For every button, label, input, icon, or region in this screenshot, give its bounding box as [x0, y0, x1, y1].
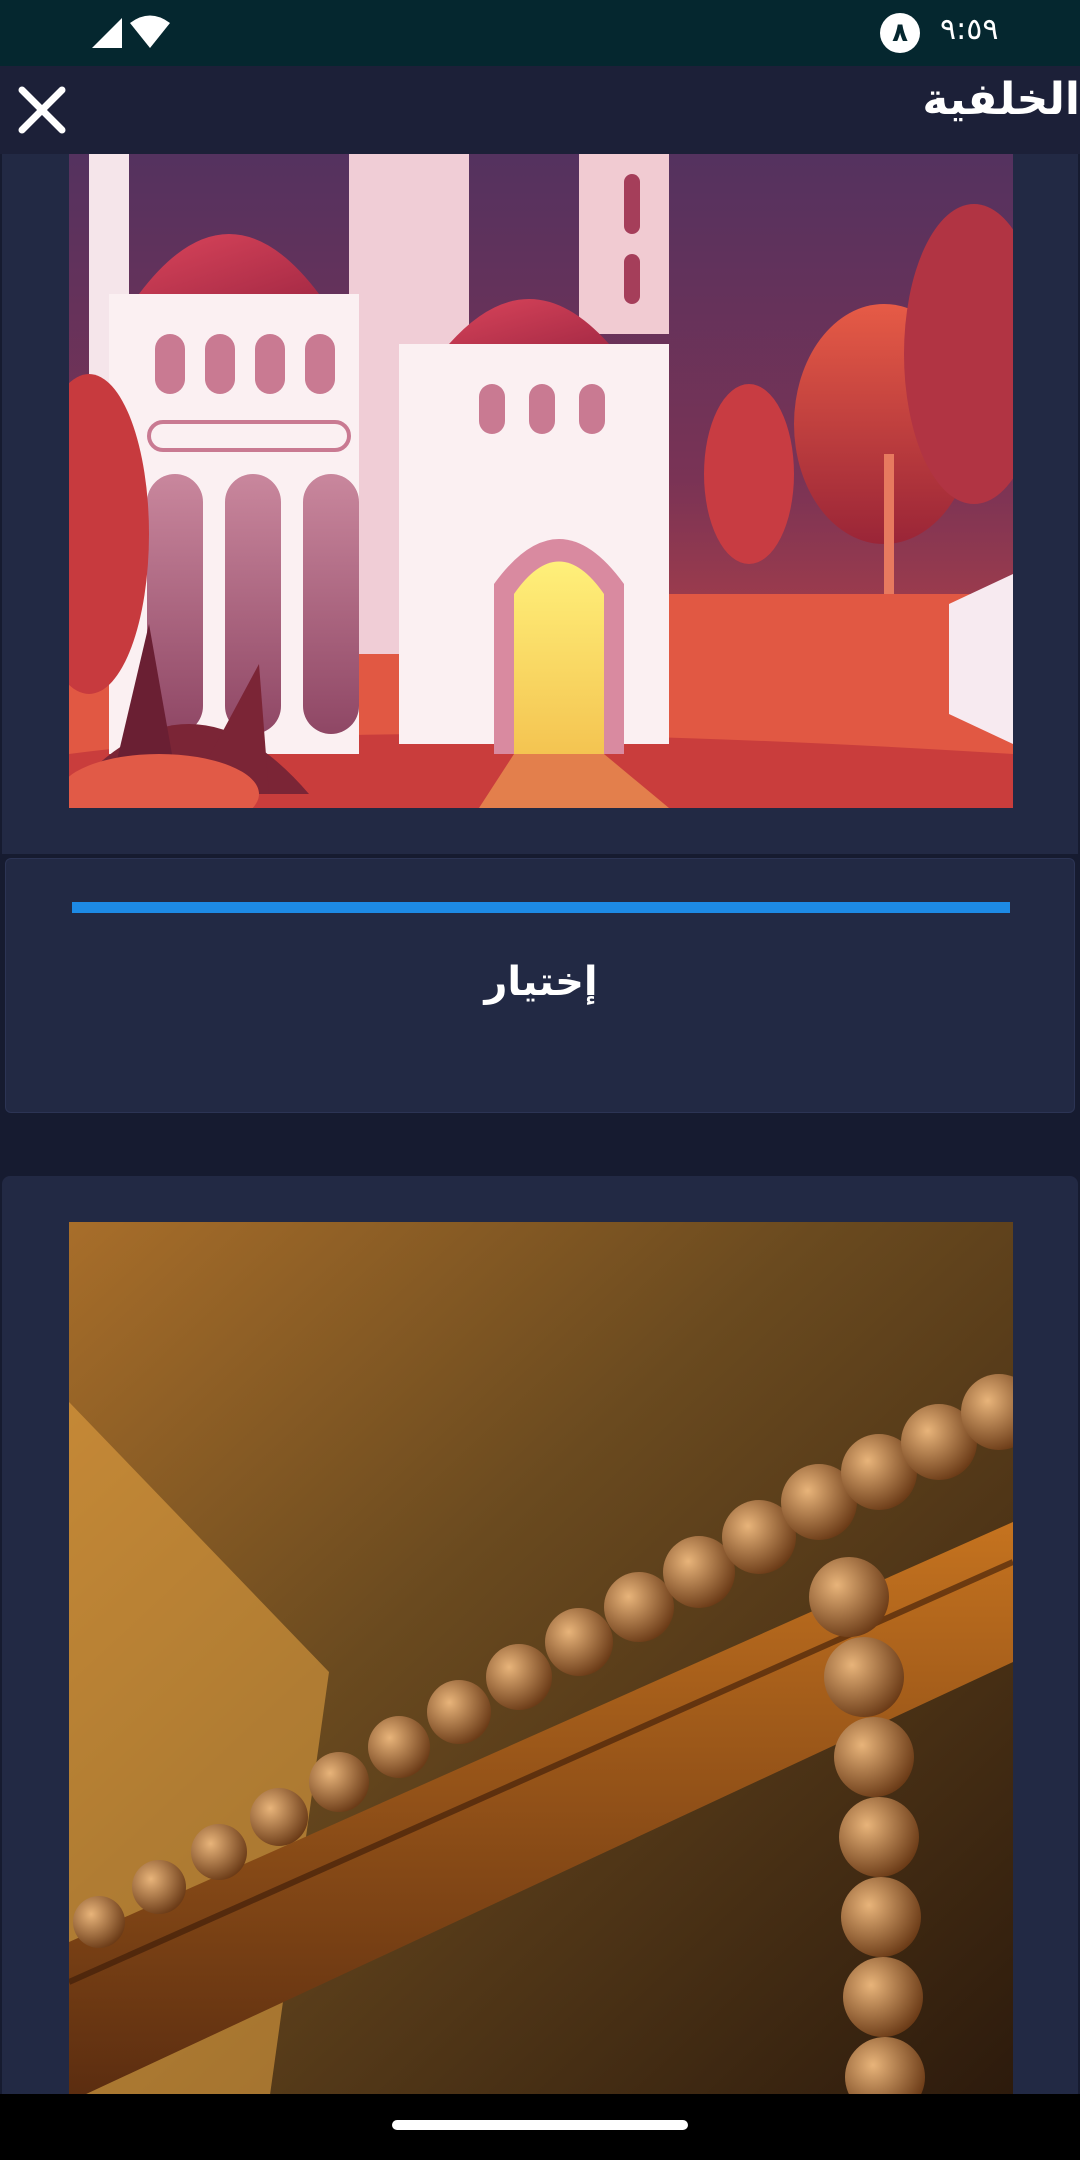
progress-bar: [72, 902, 1010, 913]
prayer-beads-photo[interactable]: [69, 1222, 1013, 2102]
notification-badge-icon: ٨: [880, 13, 920, 53]
status-time: ٩:٥٩: [940, 12, 999, 47]
system-nav-bar: [0, 2094, 1080, 2160]
app-bar: الخلفية: [0, 66, 1080, 154]
close-button[interactable]: [16, 84, 68, 136]
close-icon: [18, 86, 66, 134]
status-bar: ٨ ٩:٥٩: [0, 0, 1080, 66]
background-card: [2, 154, 1078, 854]
background-option-beads[interactable]: [2, 1176, 1078, 2102]
background-option-mosque[interactable]: [2, 154, 1078, 854]
selection-panel: إختيار: [5, 858, 1075, 1113]
page-title: الخلفية: [922, 74, 1080, 125]
signal-icon: [92, 18, 122, 48]
select-button[interactable]: إختيار: [6, 959, 1076, 1005]
wifi-icon: [130, 15, 170, 48]
mosque-illustration[interactable]: [69, 154, 1013, 808]
home-indicator[interactable]: [392, 2120, 688, 2130]
